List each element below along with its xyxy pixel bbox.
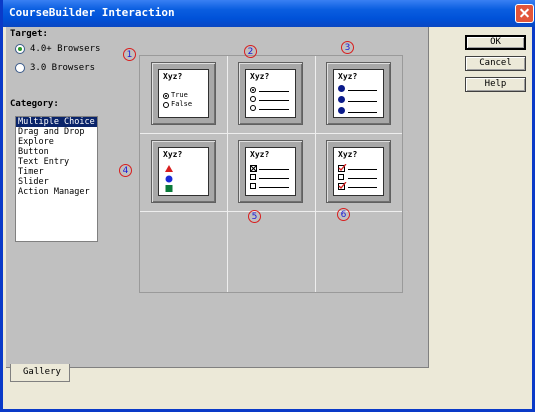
title-bar[interactable]: CourseBuilder Interaction bbox=[3, 0, 535, 27]
window-title: CourseBuilder Interaction bbox=[9, 6, 175, 19]
tile-question: Xyz? bbox=[338, 150, 358, 159]
annotation-number: 6 bbox=[337, 208, 350, 221]
answer-line bbox=[348, 90, 377, 91]
tile-preview: Xyz? bbox=[333, 69, 384, 118]
answer-line bbox=[348, 169, 377, 170]
answer-line bbox=[348, 187, 377, 188]
tile-preview: Xyz? bbox=[158, 147, 209, 196]
checkbox-crossed-icon bbox=[250, 165, 257, 172]
checkbox-checked-icon bbox=[338, 182, 347, 190]
annotation-number: 5 bbox=[248, 210, 261, 223]
list-item[interactable]: Explore bbox=[16, 137, 97, 147]
tile-question: Xyz? bbox=[163, 72, 183, 81]
answer-line bbox=[348, 112, 377, 113]
gallery-panel: Target: 4.0+ Browsers 3.0 Browsers Categ… bbox=[6, 27, 429, 368]
bullet-icon bbox=[338, 96, 345, 103]
triangle-icon bbox=[165, 165, 173, 172]
checkbox-icon bbox=[250, 174, 256, 180]
radio-icon bbox=[250, 105, 256, 111]
interaction-tile-2[interactable]: Xyz? bbox=[238, 62, 303, 125]
tile-preview: Xyz? bbox=[245, 147, 296, 196]
bullet-icon bbox=[338, 85, 345, 92]
tile-option: False bbox=[171, 100, 193, 108]
tile-question: Xyz? bbox=[338, 72, 358, 81]
answer-line bbox=[259, 109, 289, 110]
tile-preview: Xyz? True False bbox=[158, 69, 209, 118]
list-item[interactable]: Action Manager bbox=[16, 187, 97, 197]
tab-gallery[interactable]: Gallery bbox=[10, 364, 70, 382]
dialog-window: CourseBuilder Interaction Target: 4.0+ B… bbox=[0, 0, 535, 412]
grid-divider bbox=[227, 56, 228, 292]
ok-button[interactable]: OK bbox=[465, 35, 526, 50]
list-item[interactable]: Timer bbox=[16, 167, 97, 177]
shapes-icon bbox=[165, 165, 173, 192]
list-item[interactable]: Drag and Drop bbox=[16, 127, 97, 137]
answer-line bbox=[259, 91, 289, 92]
tile-preview: Xyz? bbox=[333, 147, 384, 196]
annotation-number: 4 bbox=[119, 164, 132, 177]
radio-selected-icon[interactable] bbox=[15, 44, 25, 54]
radio-icon bbox=[250, 96, 256, 102]
annotation-number: 1 bbox=[123, 48, 136, 61]
annotation-number: 2 bbox=[244, 45, 257, 58]
square-icon bbox=[165, 185, 173, 192]
answer-line bbox=[259, 100, 289, 101]
checkbox-icon bbox=[338, 174, 344, 180]
answer-line bbox=[259, 187, 289, 188]
tile-question: Xyz? bbox=[163, 150, 183, 159]
answer-line bbox=[259, 178, 289, 179]
radio-selected-icon bbox=[250, 87, 256, 93]
grid-divider bbox=[315, 56, 316, 292]
list-item[interactable]: Multiple Choice bbox=[16, 117, 97, 127]
answer-line bbox=[348, 178, 377, 179]
interaction-tile-6[interactable]: Xyz? bbox=[326, 140, 391, 203]
answer-line bbox=[259, 169, 289, 170]
grid-divider bbox=[140, 133, 402, 134]
checkbox-checked-icon bbox=[338, 164, 347, 172]
target-label: Target: bbox=[10, 29, 48, 39]
tile-question: Xyz? bbox=[250, 72, 270, 81]
radio-icon[interactable] bbox=[15, 63, 25, 73]
checkbox-icon bbox=[250, 183, 256, 189]
category-list[interactable]: Multiple Choice Drag and Drop Explore Bu… bbox=[15, 116, 98, 242]
radio-icon bbox=[163, 102, 169, 108]
target-option-4[interactable]: 4.0+ Browsers bbox=[15, 43, 105, 57]
interaction-tile-5[interactable]: Xyz? bbox=[238, 140, 303, 203]
gallery-grid: Xyz? True False Xyz? Xyz? Xyz? Xyz? Xyz? bbox=[139, 55, 403, 293]
cancel-button[interactable]: Cancel bbox=[465, 56, 526, 71]
interaction-tile-1[interactable]: Xyz? True False bbox=[151, 62, 216, 125]
tab-label: Gallery bbox=[23, 367, 61, 377]
bullet-icon bbox=[338, 107, 345, 114]
grid-divider bbox=[140, 211, 402, 212]
list-item[interactable]: Button bbox=[16, 147, 97, 157]
tile-preview: Xyz? bbox=[245, 69, 296, 118]
category-label: Category: bbox=[10, 99, 59, 109]
target-option-3[interactable]: 3.0 Browsers bbox=[15, 62, 105, 76]
answer-line bbox=[348, 101, 377, 102]
list-item[interactable]: Slider bbox=[16, 177, 97, 187]
close-icon[interactable] bbox=[515, 4, 534, 23]
help-button[interactable]: Help bbox=[465, 77, 526, 92]
radio-selected-icon bbox=[163, 93, 169, 99]
tile-option: True bbox=[171, 91, 188, 99]
annotation-number: 3 bbox=[341, 41, 354, 54]
tile-question: Xyz? bbox=[250, 150, 270, 159]
interaction-tile-4[interactable]: Xyz? bbox=[151, 140, 216, 203]
circle-icon bbox=[165, 175, 173, 183]
list-item[interactable]: Text Entry bbox=[16, 157, 97, 167]
interaction-tile-3[interactable]: Xyz? bbox=[326, 62, 391, 125]
